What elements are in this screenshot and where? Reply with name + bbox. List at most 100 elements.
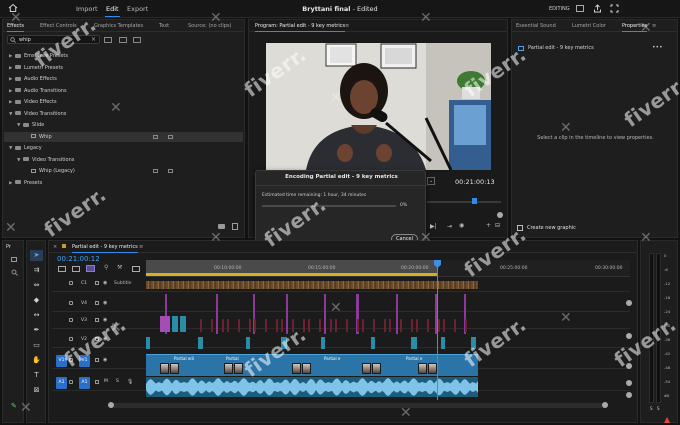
v3-clip[interactable] — [427, 319, 429, 332]
track-lock-icon[interactable] — [69, 301, 73, 305]
tab-lumetri-color[interactable]: Lumetri Color — [572, 23, 606, 29]
properties-menu-icon[interactable]: ≡ — [652, 23, 656, 29]
captions-icon[interactable] — [132, 266, 140, 272]
linked-selection-icon[interactable] — [86, 265, 95, 272]
rectangle-tool-icon[interactable]: ▭ — [30, 340, 43, 351]
v3-clip[interactable] — [384, 319, 386, 332]
v3-clip[interactable] — [438, 319, 440, 332]
v2-clip[interactable] — [371, 337, 375, 349]
track-lock-icon[interactable] — [69, 281, 73, 285]
v3-clip[interactable] — [211, 319, 213, 332]
yuv-effects-icon[interactable] — [133, 37, 141, 43]
v2-clip[interactable] — [411, 337, 417, 349]
tab-effect-controls[interactable]: Effect Controls — [40, 23, 77, 29]
track-lock-icon[interactable] — [69, 318, 73, 322]
captions-tool-icon[interactable]: ⊠ — [30, 385, 43, 396]
v3-clip[interactable] — [238, 319, 240, 332]
project-new-item-icon[interactable] — [11, 257, 17, 262]
timeline-timecode[interactable]: 00:21:00:12 — [57, 255, 100, 263]
v3-clip[interactable] — [160, 316, 170, 332]
toggle-output-eye-icon[interactable]: ◉ — [103, 280, 107, 286]
settings-wrench-icon[interactable]: ⚒ — [117, 264, 122, 271]
v3-clip[interactable] — [276, 319, 278, 332]
tab-essential-sound[interactable]: Essential Sound — [516, 23, 556, 29]
timeline-playhead[interactable] — [437, 260, 438, 400]
insert-icon[interactable]: ⇥ — [447, 223, 452, 230]
toggle-output-eye-icon[interactable]: ◉ — [103, 336, 107, 342]
a1-audio-band[interactable] — [146, 377, 478, 397]
effects-tree-row[interactable]: ▶ Audio Effects — [9, 76, 57, 82]
effects-tree-row[interactable]: Whip (Legacy) — [25, 168, 173, 174]
quick-export-icon[interactable] — [593, 4, 602, 13]
program-scrubber[interactable] — [427, 198, 501, 204]
v3-clip[interactable] — [222, 319, 224, 332]
accelerated-effects-icon[interactable] — [104, 37, 112, 43]
ripple-edit-icon[interactable]: ⇔ — [30, 280, 43, 291]
razor-tool-icon[interactable]: ◆ — [30, 295, 43, 306]
v3-clip[interactable] — [465, 319, 467, 332]
v2-clip[interactable] — [441, 337, 445, 349]
snap-icon[interactable] — [72, 266, 80, 272]
effects-tree-row[interactable]: ▼ Video Transitions — [9, 111, 66, 117]
selection-tool-icon[interactable]: ➤ — [30, 250, 43, 261]
track-lock-icon[interactable] — [69, 380, 73, 384]
v2-clip[interactable] — [281, 337, 287, 349]
v3-clip[interactable] — [308, 319, 310, 332]
v3-clip[interactable] — [362, 319, 364, 332]
v3-clip[interactable] — [335, 319, 337, 332]
new-preset-icon[interactable] — [232, 223, 238, 230]
nest-icon[interactable] — [58, 266, 66, 272]
v3-clip[interactable] — [249, 319, 251, 332]
workspace-label[interactable]: EDITING — [549, 6, 570, 12]
hand-tool-icon[interactable]: ✋ — [30, 355, 43, 366]
source-patch-a1[interactable]: A1 — [56, 377, 67, 389]
track-label-c1[interactable]: C1 — [81, 281, 87, 286]
effects-tree-row[interactable]: ▶ Video Effects — [9, 99, 57, 105]
effects-search-field[interactable]: whip × — [7, 35, 100, 44]
type-tool-icon[interactable]: T — [30, 370, 43, 381]
voiceover-mic-icon[interactable]: 🎙 — [127, 379, 133, 385]
timeline-close-icon[interactable]: × — [53, 244, 57, 250]
toggle-output-eye-icon[interactable]: ◉ — [103, 357, 107, 363]
workspace-menu-icon[interactable] — [576, 5, 584, 12]
warning-icon[interactable]: ▲ — [664, 415, 670, 424]
effects-tree-row[interactable]: ▶ Audio Transitions — [9, 88, 67, 94]
sync-lock-icon[interactable] — [95, 318, 99, 322]
sync-lock-icon[interactable] — [95, 301, 99, 305]
tab-properties[interactable]: Properties — [622, 23, 648, 32]
tab-effects[interactable]: Effects — [7, 23, 24, 32]
sync-lock-icon[interactable] — [95, 358, 99, 362]
v3-clip[interactable] — [292, 319, 294, 332]
solo-icon[interactable]: S — [116, 379, 119, 384]
scrubber-end-handle-icon[interactable] — [497, 212, 503, 218]
v3-clip[interactable] — [180, 316, 186, 332]
toggle-output-eye-icon[interactable]: ◉ — [103, 300, 107, 306]
v3-clip[interactable] — [330, 319, 332, 332]
effects-search-input[interactable]: whip — [19, 37, 31, 43]
track-lock-icon[interactable] — [69, 337, 73, 341]
effects-tree-row[interactable]: ▶ Lumetri Presets — [9, 65, 63, 71]
v3-clip[interactable] — [411, 319, 413, 332]
v2-clip[interactable] — [246, 337, 250, 349]
effects-tree-row[interactable]: ▶ Presets — [9, 180, 42, 186]
effects-tree-row[interactable]: ▼ Video Transitions — [17, 157, 74, 163]
v2-clip[interactable] — [321, 337, 325, 349]
source-patch-v1[interactable]: V1 — [56, 355, 67, 367]
v3-clip[interactable] — [265, 319, 267, 332]
effects-tree-row[interactable]: Whip — [25, 134, 173, 140]
scroll-right-handle[interactable] — [602, 402, 608, 408]
v3-clip[interactable] — [454, 319, 456, 332]
project-search-icon[interactable] — [11, 269, 18, 278]
v3-clip[interactable] — [319, 319, 321, 332]
effects-tree-row[interactable]: ▶ Ems' Free Presets — [9, 53, 68, 59]
v3-clip[interactable] — [200, 319, 202, 332]
track-label-v2[interactable]: V2 — [81, 337, 87, 342]
step-forward-icon[interactable]: ▶| — [430, 223, 437, 230]
slip-tool-icon[interactable]: ↔ — [30, 310, 43, 321]
effects-tree-row[interactable]: ▼ Slide — [17, 122, 44, 128]
program-timecode[interactable]: 00:21:00:13 — [455, 178, 495, 186]
create-new-graphic-button[interactable]: Create new graphic — [517, 224, 579, 233]
fit-dropdown-icon[interactable]: ⌄ — [427, 177, 435, 185]
track-height-handle-icon[interactable] — [626, 363, 632, 369]
timeline-scrollbar[interactable] — [108, 402, 608, 408]
